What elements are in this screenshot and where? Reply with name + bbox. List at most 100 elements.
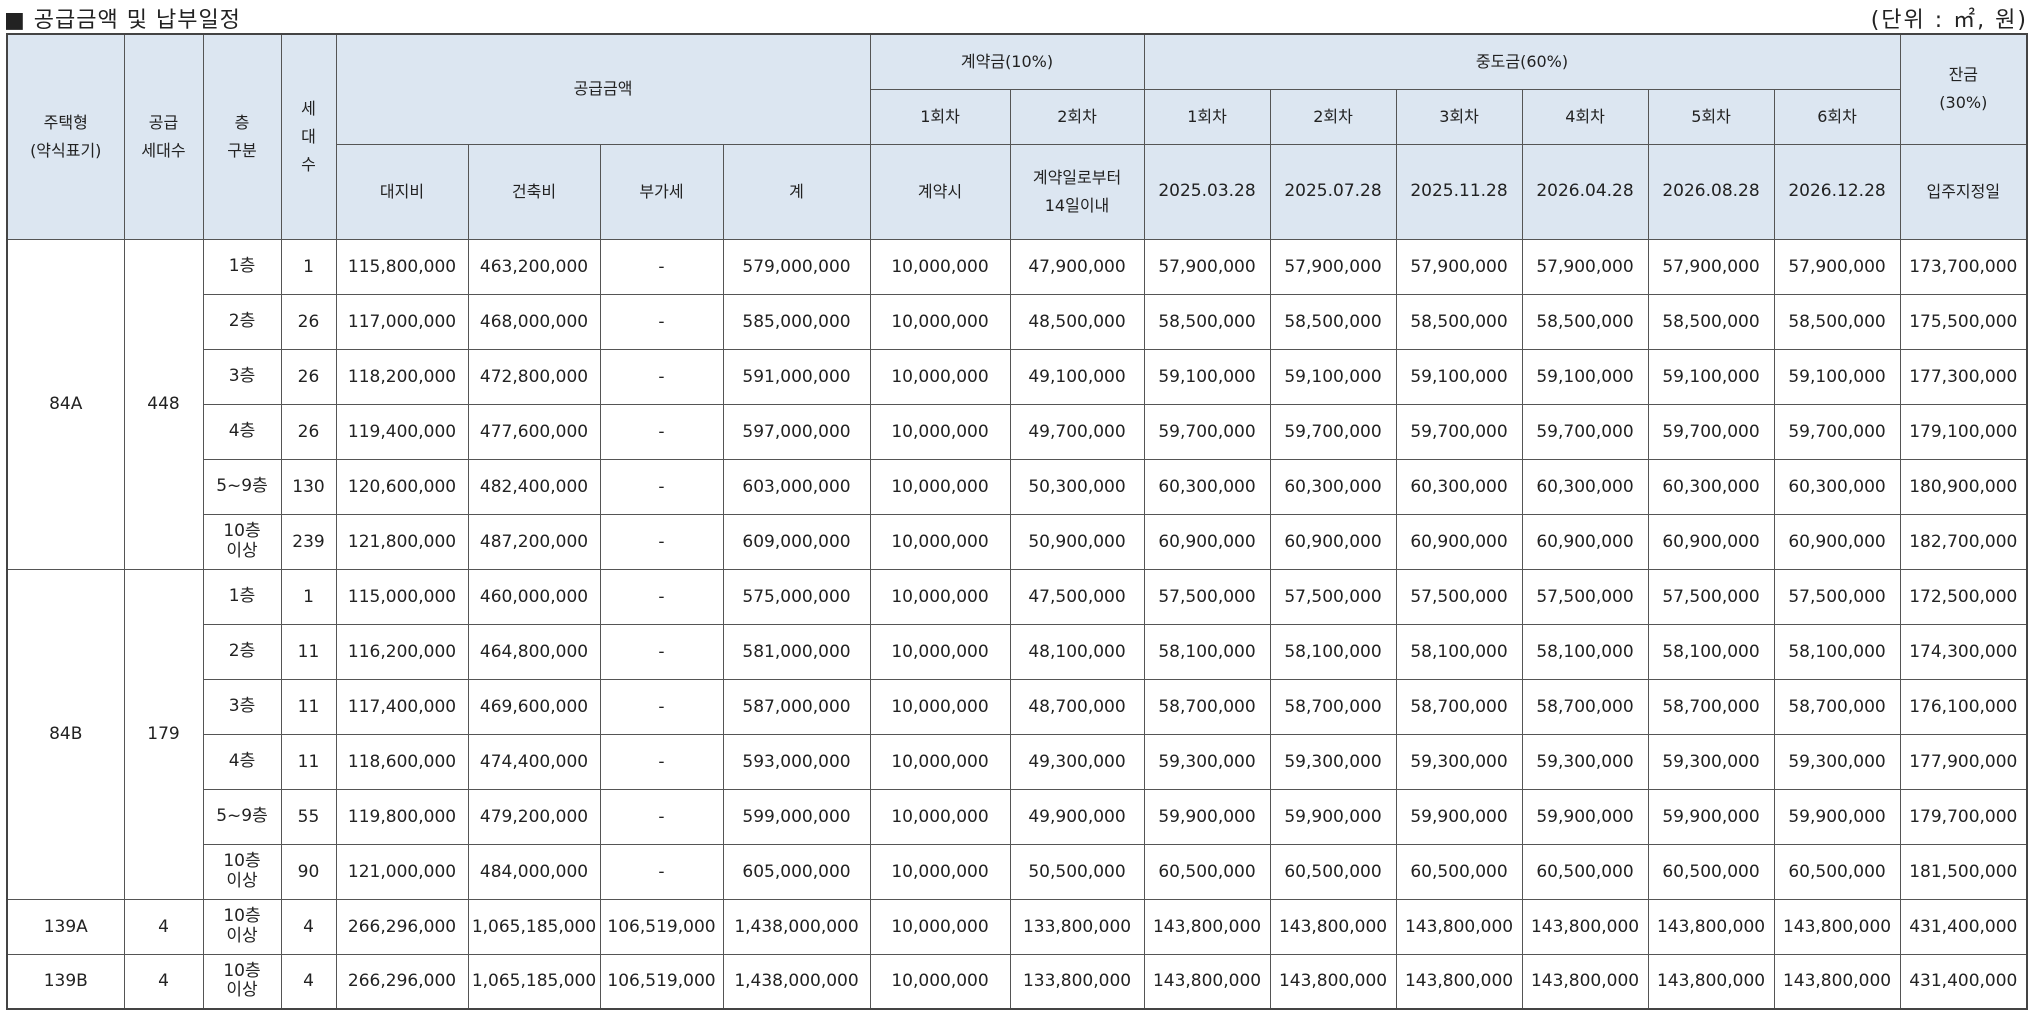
floor-label: 1층 (228, 255, 256, 276)
households-cell: 11 (280, 733, 337, 790)
interim-1-cell: 59,300,000 (1143, 733, 1271, 790)
interim-5-cell: 58,100,000 (1647, 623, 1775, 680)
header-supply-price: 공급금액 (335, 33, 871, 145)
households-cell: 55 (280, 788, 337, 845)
interim-5-cell: 57,900,000 (1647, 238, 1775, 295)
table-row: 139A 4 10층 이상 4 266,296,000 1,065,185,000 106,5… (6, 898, 2028, 955)
deposit-1-cell: 10,000,000 (869, 953, 1011, 1010)
house-type-cell: 84A (6, 238, 125, 570)
building-cost-cell: 468,000,000 (467, 293, 601, 350)
header-house-type: 주택형 (약식표기) (6, 33, 125, 240)
page-title: ■ 공급금액 및 납부일정 (4, 8, 241, 33)
land-cost-cell: 121,000,000 (335, 843, 469, 900)
land-cost-cell: 118,600,000 (335, 733, 469, 790)
deposit-2-cell: 49,900,000 (1009, 788, 1145, 845)
households-cell: 4 (280, 898, 337, 955)
interim-1-cell: 57,500,000 (1143, 568, 1271, 625)
header-interim: 중도금(60%) (1143, 33, 1901, 90)
interim-1-cell: 60,900,000 (1143, 513, 1271, 570)
floor-label: 10층 (223, 960, 261, 981)
deposit-1-cell: 10,000,000 (869, 348, 1011, 405)
payment-schedule-table: 주택형 (약식표기) 공급 세대수 층 구분 세 대 수 공급금액 계약금(10… (6, 33, 2029, 1010)
vat-cell: - (599, 623, 724, 680)
building-cost-cell: 1,065,185,000 (467, 953, 601, 1010)
floor-label: 이상 (226, 870, 258, 891)
deposit-2-cell: 49,700,000 (1009, 403, 1145, 460)
deposit-2-cell: 48,100,000 (1009, 623, 1145, 680)
header-interim-date-5: 2026.08.28 (1647, 143, 1775, 240)
total-cell: 575,000,000 (722, 568, 871, 625)
interim-3-cell: 60,300,000 (1395, 458, 1523, 515)
land-cost-cell: 120,600,000 (335, 458, 469, 515)
floor-label: 1층 (228, 585, 256, 606)
building-cost-cell: 460,000,000 (467, 568, 601, 625)
total-cell: 1,438,000,000 (722, 898, 871, 955)
deposit-1-cell: 10,000,000 (869, 733, 1011, 790)
header-supply-units: 공급 세대수 (123, 33, 204, 240)
interim-4-cell: 59,900,000 (1521, 788, 1649, 845)
balance-cell: 177,900,000 (1899, 733, 2028, 790)
deposit-2-cell: 49,100,000 (1009, 348, 1145, 405)
deposit-1-cell: 10,000,000 (869, 568, 1011, 625)
building-cost-cell: 463,200,000 (467, 238, 601, 295)
interim-1-cell: 58,100,000 (1143, 623, 1271, 680)
table-row: 2층 11 116,200,000 464,800,000-581,000,000 10… (7, 623, 2028, 680)
floor-label: 2층 (228, 310, 256, 331)
deposit-2-cell: 50,900,000 (1009, 513, 1145, 570)
land-cost-cell: 119,800,000 (335, 788, 469, 845)
interim-3-cell: 57,500,000 (1395, 568, 1523, 625)
building-cost-cell: 1,065,185,000 (467, 898, 601, 955)
header-deposit-when-2-line1: 계약일로부터 (1032, 167, 1122, 187)
header-supply-units-line2: 세대수 (141, 140, 186, 160)
total-cell: 609,000,000 (722, 513, 871, 570)
households-cell: 26 (280, 348, 337, 405)
interim-3-cell: 58,100,000 (1395, 623, 1523, 680)
interim-1-cell: 59,900,000 (1143, 788, 1271, 845)
header-deposit-round-1: 1회차 (869, 88, 1011, 145)
header-interim-round-2: 2회차 (1269, 88, 1397, 145)
floor-cell: 1층 (202, 238, 282, 295)
deposit-2-cell: 50,300,000 (1009, 458, 1145, 515)
header-interim-round-4: 4회차 (1521, 88, 1649, 145)
households-cell: 4 (280, 953, 337, 1010)
header-balance-when: 입주지정일 (1899, 143, 2028, 240)
interim-4-cell: 59,300,000 (1521, 733, 1649, 790)
building-cost-cell: 469,600,000 (467, 678, 601, 735)
deposit-2-cell: 133,800,000 (1009, 953, 1145, 1010)
interim-4-cell: 58,500,000 (1521, 293, 1649, 350)
deposit-2-cell: 49,300,000 (1009, 733, 1145, 790)
table-row: 4층 26 119,400,000 477,600,000-597,000,000 10… (7, 403, 2028, 460)
interim-1-cell: 143,800,000 (1143, 953, 1271, 1010)
vat-cell: - (599, 458, 724, 515)
table-row: 84A 448 1층 1 115,800,000 463,200,000-579,000,… (6, 238, 2028, 570)
header-interim-round-1: 1회차 (1143, 88, 1271, 145)
interim-2-cell: 60,500,000 (1269, 843, 1397, 900)
interim-5-cell: 58,500,000 (1647, 293, 1775, 350)
interim-3-cell: 58,500,000 (1395, 293, 1523, 350)
interim-1-cell: 60,300,000 (1143, 458, 1271, 515)
floor-cell: 2층 (202, 293, 282, 350)
deposit-1-cell: 10,000,000 (869, 843, 1011, 900)
interim-4-cell: 57,500,000 (1521, 568, 1649, 625)
interim-3-cell: 59,100,000 (1395, 348, 1523, 405)
vat-cell: - (599, 733, 724, 790)
header-deposit-round-2: 2회차 (1009, 88, 1145, 145)
floor-cell: 5~9층 (202, 788, 282, 845)
interim-6-cell: 59,100,000 (1773, 348, 1901, 405)
balance-cell: 181,500,000 (1899, 843, 2028, 900)
interim-6-cell: 57,900,000 (1773, 238, 1901, 295)
interim-2-cell: 57,500,000 (1269, 568, 1397, 625)
table-row: 5~9층 130 120,600,000 482,400,000-603,000,00… (7, 458, 2028, 515)
interim-2-cell: 57,900,000 (1269, 238, 1397, 295)
interim-6-cell: 143,800,000 (1773, 898, 1901, 955)
table-header: 주택형 (약식표기) 공급 세대수 층 구분 세 대 수 공급금액 계약금(10… (6, 33, 2028, 240)
floor-label: 10층 (223, 850, 261, 871)
header-households-3: 수 (301, 154, 316, 174)
interim-1-cell: 59,700,000 (1143, 403, 1271, 460)
households-cell: 26 (280, 403, 337, 460)
table-body: 84A 448 1층 1 115,800,000 463,200,000-579,000,… (6, 238, 2028, 1010)
vat-cell: - (599, 293, 724, 350)
interim-4-cell: 143,800,000 (1521, 953, 1649, 1010)
interim-6-cell: 58,700,000 (1773, 678, 1901, 735)
floor-cell: 3층 (202, 348, 282, 405)
